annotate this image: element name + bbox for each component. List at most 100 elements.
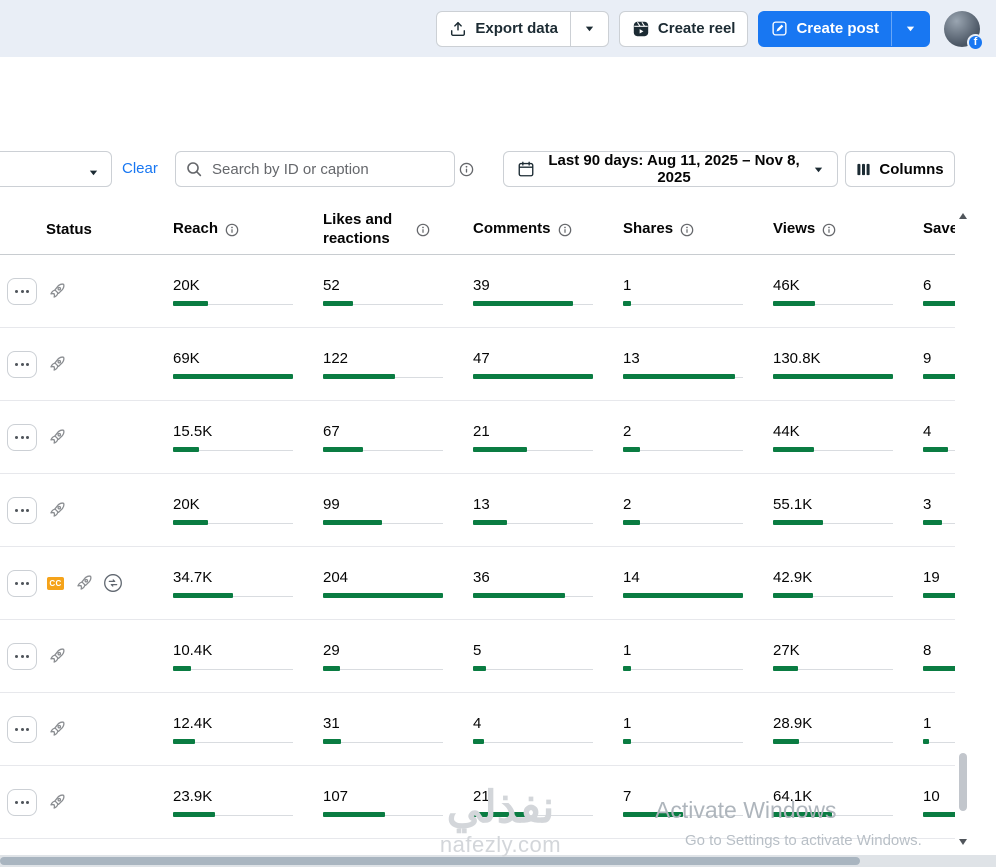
metric-bar <box>323 811 443 817</box>
avatar[interactable]: f <box>944 10 984 51</box>
metric-cell-saves: 8 <box>910 642 955 671</box>
column-header-shares[interactable]: Shares <box>610 220 760 239</box>
posts-table: Status Reach Likes and reactions Comments S… <box>0 205 955 839</box>
metric-cell-saves: 9 <box>910 350 955 379</box>
vertical-scrollbar-thumb[interactable] <box>959 753 967 811</box>
metric-cell-saves: 1 <box>910 715 955 744</box>
metric-bar <box>323 446 443 452</box>
export-data-dropdown-button[interactable] <box>569 11 608 46</box>
more-options-button[interactable] <box>7 496 37 524</box>
metric-bar <box>773 811 893 817</box>
column-header-likes-and-reactions[interactable]: Likes and reactions <box>310 211 460 249</box>
compose-icon <box>771 20 788 37</box>
metric-cell-views: 28.9K <box>760 715 910 744</box>
search-input[interactable] <box>210 159 444 179</box>
boost-rocket-icon[interactable] <box>47 501 66 520</box>
metric-cell-reach: 12.4K <box>160 715 310 744</box>
metric-bar <box>473 446 593 452</box>
table-row: 23.9K 107 21 7 64.1K 10 <box>0 766 955 839</box>
table-row: 12.4K 31 4 1 28.9K 1 <box>0 693 955 766</box>
info-icon[interactable] <box>416 223 430 237</box>
status-cell <box>0 277 160 305</box>
info-icon[interactable] <box>680 223 694 237</box>
chevron-down-icon <box>585 26 594 32</box>
info-icon[interactable] <box>225 223 239 237</box>
metric-cell-saves: 6 <box>910 277 955 306</box>
metric-cell-reach: 23.9K <box>160 788 310 817</box>
metric-cell-likes-and-reactions: 99 <box>310 496 460 525</box>
boost-rocket-icon[interactable] <box>47 428 66 447</box>
metric-bar <box>323 373 443 379</box>
boost-rocket-icon[interactable] <box>47 793 66 812</box>
info-icon[interactable] <box>558 223 572 237</box>
more-options-button[interactable] <box>7 569 37 597</box>
scroll-down-arrow-icon[interactable] <box>958 833 968 851</box>
more-options-button[interactable] <box>7 350 37 378</box>
metric-value: 13 <box>473 495 490 513</box>
boost-rocket-icon[interactable] <box>47 647 66 666</box>
more-options-button[interactable] <box>7 277 37 305</box>
search-info-icon[interactable] <box>459 162 474 177</box>
info-icon[interactable] <box>822 223 836 237</box>
horizontal-scrollbar-thumb[interactable] <box>0 857 860 865</box>
metric-value: 99 <box>323 495 340 513</box>
column-header-saves[interactable]: Saves <box>910 220 955 239</box>
posts-filter-select[interactable] <box>0 151 112 187</box>
search-icon <box>186 161 202 177</box>
refresh-icon[interactable] <box>103 573 123 593</box>
filters-row: Clear Last 90 days: Aug 11, 2025 – Nov 8… <box>0 151 996 187</box>
more-options-button[interactable] <box>7 788 37 816</box>
metric-cell-reach: 20K <box>160 496 310 525</box>
column-header-views[interactable]: Views <box>760 220 910 239</box>
create-post-label: Create post <box>796 20 879 37</box>
scroll-up-arrow-icon[interactable] <box>958 207 968 225</box>
metric-value: 64.1K <box>773 787 813 805</box>
metric-cell-saves: 19 <box>910 569 955 598</box>
boost-rocket-icon[interactable] <box>47 282 66 301</box>
more-options-button[interactable] <box>7 423 37 451</box>
metric-cell-likes-and-reactions: 29 <box>310 642 460 671</box>
metric-cell-shares: 13 <box>610 350 760 379</box>
metric-value: 23.9K <box>173 787 213 805</box>
date-range-button[interactable]: Last 90 days: Aug 11, 2025 – Nov 8, 2025 <box>503 151 838 187</box>
metric-cell-likes-and-reactions: 107 <box>310 788 460 817</box>
status-cell <box>0 350 160 378</box>
metric-value: 1 <box>623 276 632 294</box>
chevron-down-icon <box>813 164 824 175</box>
table-header-row: Status Reach Likes and reactions Comments S… <box>0 205 955 255</box>
columns-icon <box>856 162 871 177</box>
metric-bar <box>623 519 743 525</box>
metric-bar <box>173 446 293 452</box>
export-data-button[interactable]: Export data <box>437 12 570 46</box>
metric-bar <box>323 300 443 306</box>
column-header-label: Reach <box>173 220 219 238</box>
column-header-label: Views <box>773 220 816 238</box>
metric-value: 1 <box>923 714 932 732</box>
columns-button[interactable]: Columns <box>845 151 955 187</box>
export-data-button-group: Export data <box>436 10 609 47</box>
metric-cell-views: 27K <box>760 642 910 671</box>
column-header-reach[interactable]: Reach <box>160 220 310 239</box>
metric-value: 31 <box>323 714 340 732</box>
create-post-dropdown-button[interactable] <box>891 11 929 46</box>
metric-cell-shares: 1 <box>610 642 760 671</box>
more-options-button[interactable] <box>7 642 37 670</box>
metric-value: 20K <box>173 276 200 294</box>
metric-cell-saves: 4 <box>910 423 955 452</box>
metric-value: 1 <box>623 714 632 732</box>
clear-filters-link[interactable]: Clear <box>122 151 158 187</box>
boost-rocket-icon[interactable] <box>47 355 66 374</box>
create-reel-button[interactable]: Create reel <box>618 10 749 47</box>
more-options-button[interactable] <box>7 715 37 743</box>
status-cell <box>0 496 160 524</box>
metric-cell-views: 44K <box>760 423 910 452</box>
metric-cell-comments: 4 <box>460 715 610 744</box>
metric-bar <box>773 592 893 598</box>
metric-value: 10 <box>923 787 940 805</box>
boost-rocket-icon[interactable] <box>47 720 66 739</box>
create-post-button[interactable]: Create post <box>759 12 891 46</box>
table-body: 20K 52 39 1 46K 6 69K 122 47 13 130.8K 9 15.5K 67 21 2 4… <box>0 255 955 839</box>
column-header-comments[interactable]: Comments <box>460 220 610 239</box>
boost-rocket-icon[interactable] <box>74 574 93 593</box>
metric-cell-likes-and-reactions: 122 <box>310 350 460 379</box>
